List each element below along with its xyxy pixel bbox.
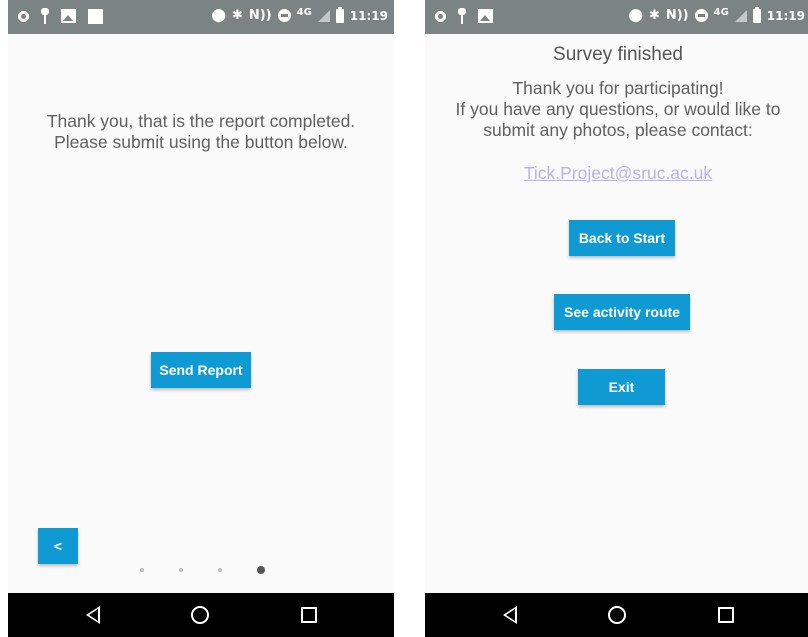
battery-icon: [752, 6, 761, 23]
recents-icon[interactable]: [718, 607, 734, 623]
page-dot-active: [257, 566, 265, 574]
key-icon: [458, 8, 466, 24]
page-dot: [140, 568, 144, 572]
signal-icon: [734, 9, 747, 22]
ring-icon: [18, 10, 29, 22]
image-icon: [478, 9, 493, 23]
network-type: 4G: [296, 7, 312, 18]
page-indicator: [140, 566, 265, 574]
navigation-bar: [425, 593, 808, 637]
network-type: 4G: [713, 7, 729, 18]
navigation-bar: [8, 593, 394, 637]
location-icon: ⬤: [628, 8, 643, 23]
report-complete-message: Thank you, that is the report completed.…: [46, 111, 356, 152]
thank-you-text: Thank you for participating!: [512, 78, 724, 98]
battery-icon: [335, 6, 344, 23]
see-activity-route-button[interactable]: See activity route: [554, 294, 690, 330]
location-icon: ⬤: [211, 8, 226, 23]
recents-icon[interactable]: [301, 607, 317, 623]
exit-button[interactable]: Exit: [578, 369, 665, 405]
back-icon[interactable]: [503, 606, 517, 624]
contact-text: If you have any questions, or would like…: [455, 99, 781, 140]
home-icon[interactable]: [191, 606, 209, 624]
survey-finished-title: Survey finished: [553, 44, 683, 65]
back-to-start-button[interactable]: Back to Start: [569, 220, 675, 256]
send-report-button[interactable]: Send Report: [151, 352, 251, 388]
page-dot: [218, 568, 222, 572]
bluetooth-icon: ✱: [231, 8, 243, 23]
nfc-icon: N)): [665, 8, 689, 23]
image-icon: [61, 9, 76, 23]
contact-email-row: Tick.Project@sruc.ac.uk: [445, 163, 791, 184]
back-icon[interactable]: [86, 606, 100, 624]
status-bar: ⬤ ✱ N)) 4G 11:19: [8, 0, 394, 34]
ring-icon: [435, 10, 446, 22]
dnd-icon: [277, 9, 291, 22]
nfc-icon: N)): [248, 8, 272, 23]
report-screen: ⬤ ✱ N)) 4G 11:19 Thank you, that is the …: [8, 0, 394, 637]
clock: 11:19: [766, 8, 805, 23]
dnd-icon: [694, 9, 708, 22]
key-icon: [41, 8, 49, 24]
previous-page-button[interactable]: <: [38, 528, 78, 564]
survey-finished-screen: ⬤ ✱ N)) 4G 11:19 Survey finished Thank y…: [425, 0, 808, 637]
signal-icon: [317, 9, 330, 22]
contact-email-link[interactable]: Tick.Project@sruc.ac.uk: [524, 163, 712, 183]
bluetooth-icon: ✱: [648, 8, 660, 23]
page-dot: [179, 568, 183, 572]
home-icon[interactable]: [608, 606, 626, 624]
status-bar: ⬤ ✱ N)) 4G 11:19: [425, 0, 808, 34]
clock: 11:19: [349, 8, 388, 23]
square-icon: [88, 8, 103, 24]
